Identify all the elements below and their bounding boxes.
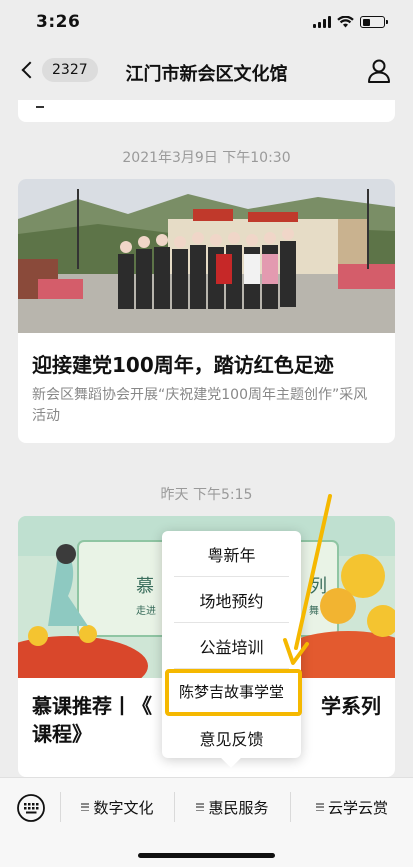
menu-item-feedback[interactable]: 意见反馈 <box>172 715 291 760</box>
status-bar: 3:26 <box>0 0 413 44</box>
banner-sub-left: 走进 <box>136 606 156 617</box>
menu-item-yue-new-year[interactable]: 粤新年 <box>172 531 291 576</box>
menu-list-icon <box>196 803 205 811</box>
battery-icon <box>360 16 388 28</box>
menu-item-public-training[interactable]: 公益培训 <box>172 623 291 668</box>
article-description: 新会区舞蹈协会开展“庆祝建党100周年主题创作”采风活动 <box>32 387 368 424</box>
menu-label: 数字文化 <box>93 798 154 817</box>
article-card[interactable]: 迎接建党100周年，踏访红色足迹 新会区舞蹈协会开展“庆祝建党100周年主题创作… <box>18 179 395 443</box>
banner-sub-right: 舞 <box>309 606 319 617</box>
article-photo <box>18 179 395 333</box>
timestamp: 2021年3月9日 下午10:30 <box>122 150 291 166</box>
menu-digital-culture[interactable]: 数字文化 <box>61 778 174 836</box>
nav-bar: 2327 江门市新会区文化馆 <box>0 44 413 100</box>
page-title: 江门市新会区文化馆 <box>125 64 288 85</box>
menu-label: 惠民服务 <box>208 798 269 817</box>
banner-text-right: 列 <box>309 576 327 597</box>
status-time: 3:26 <box>36 12 81 32</box>
profile-icon[interactable] <box>367 58 391 84</box>
article-title-line2: 课程》 <box>32 722 92 746</box>
menu-cloud-learning[interactable]: 云学云赏 <box>291 778 413 836</box>
status-icons <box>313 16 388 28</box>
popup-menu: 粤新年 场地预约 公益培训 陈梦吉故事学堂 意见反馈 <box>162 531 301 758</box>
wifi-icon <box>337 16 354 28</box>
timestamp: 昨天 下午5:15 <box>160 487 253 503</box>
menu-list-icon <box>81 803 90 811</box>
menu-list-icon <box>315 803 324 811</box>
article-title: 慕课推荐丨《 <box>32 694 152 718</box>
menu-label: 云学云赏 <box>327 798 388 817</box>
highlight-box <box>165 669 302 716</box>
article-title: 迎接建党100周年，踏访红色足迹 <box>32 353 334 377</box>
keyboard-icon[interactable] <box>16 793 46 823</box>
signal-icon <box>313 16 331 28</box>
home-indicator <box>138 853 275 858</box>
menu-item-venue-booking[interactable]: 场地预约 <box>172 577 291 622</box>
banner-text-left: 慕 <box>136 576 154 597</box>
menu-public-service[interactable]: 惠民服务 <box>175 778 290 836</box>
article-title-tail: 学系列 <box>321 694 381 718</box>
previous-card-stub[interactable] <box>18 100 395 122</box>
